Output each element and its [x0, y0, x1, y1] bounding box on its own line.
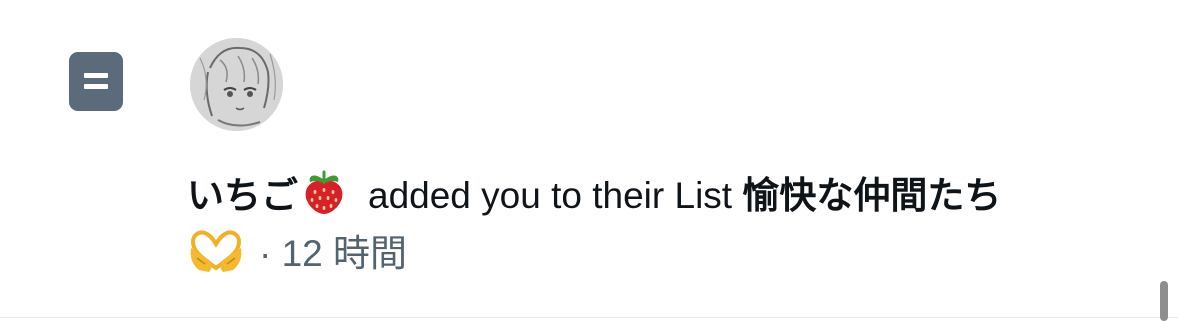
action-text: added you to their List	[368, 175, 733, 216]
user-name[interactable]: いちご	[187, 175, 298, 216]
strawberry-icon	[300, 168, 348, 216]
avatar[interactable]	[190, 38, 283, 131]
notification-content: いちご added you to their List 愉快な仲間たち · 12…	[187, 166, 1167, 279]
scrollbar[interactable]	[1160, 281, 1168, 321]
notification-text: いちご added you to their List 愉快な仲間たち	[187, 166, 1167, 226]
divider	[0, 317, 1178, 318]
time-separator: ·	[259, 233, 272, 274]
heart-hands-icon	[187, 228, 245, 274]
list-notification[interactable]: いちご added you to their List 愉快な仲間たち · 12…	[0, 0, 1178, 321]
timestamp: 12 時間	[281, 233, 408, 274]
list-name[interactable]: 愉快な仲間たち	[742, 175, 1001, 216]
list-icon	[69, 52, 123, 111]
notification-meta: · 12 時間	[187, 228, 1167, 279]
